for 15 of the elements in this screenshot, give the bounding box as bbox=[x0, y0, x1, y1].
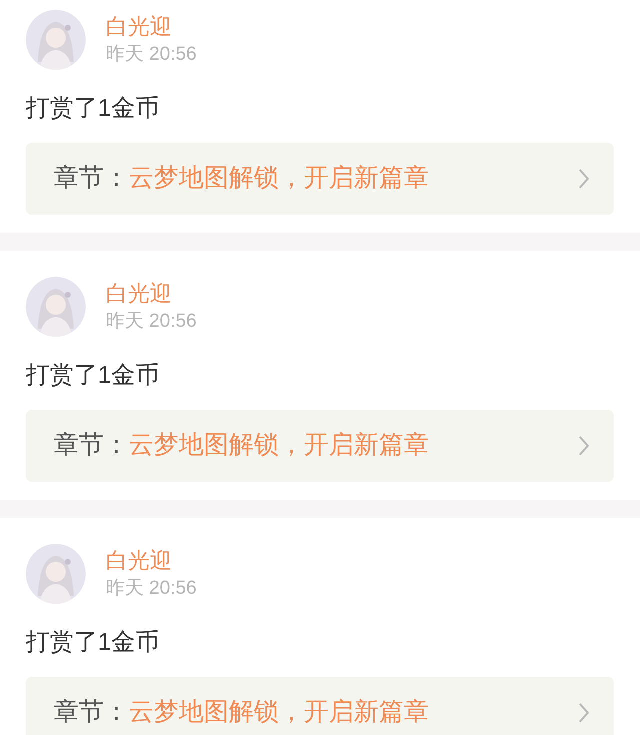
reward-message: 打赏了1金币 bbox=[26, 94, 160, 124]
chevron-right-icon bbox=[578, 435, 590, 457]
avatar[interactable] bbox=[26, 544, 86, 604]
chapter-link[interactable]: 章节：云梦地图解锁，开启新篇章 bbox=[26, 143, 614, 215]
chevron-right-icon bbox=[578, 168, 590, 190]
reward-message: 打赏了1金币 bbox=[26, 628, 160, 658]
timestamp: 昨天 20:56 bbox=[106, 43, 197, 67]
timestamp: 昨天 20:56 bbox=[106, 310, 197, 334]
chevron-right-icon bbox=[578, 702, 590, 724]
avatar[interactable] bbox=[26, 10, 86, 70]
avatar[interactable] bbox=[26, 277, 86, 337]
chapter-link[interactable]: 章节：云梦地图解锁，开启新篇章 bbox=[26, 677, 614, 735]
reward-message: 打赏了1金币 bbox=[26, 361, 160, 391]
chapter-link[interactable]: 章节：云梦地图解锁，开启新篇章 bbox=[26, 410, 614, 482]
timestamp: 昨天 20:56 bbox=[106, 577, 197, 601]
